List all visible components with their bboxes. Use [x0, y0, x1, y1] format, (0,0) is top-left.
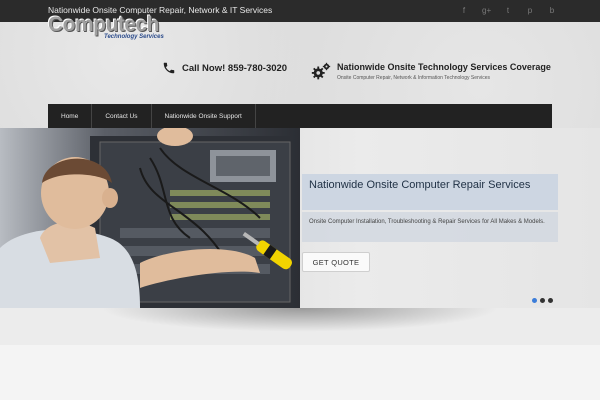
main-nav: Home Contact Us Nationwide Onsite Suppor…: [48, 104, 552, 128]
phone-icon: [163, 62, 175, 74]
slider-shadow: [100, 308, 500, 332]
slider-dot-3[interactable]: [548, 298, 553, 303]
get-quote-button[interactable]: GET QUOTE: [302, 252, 370, 272]
nav-item-home[interactable]: Home: [48, 104, 93, 128]
technician-repair-illustration: [0, 128, 300, 308]
call-now[interactable]: Call Now! 859-780-3020: [162, 61, 287, 75]
twitter-icon[interactable]: t: [504, 4, 512, 18]
content-area: [0, 345, 600, 400]
slide-description-box: Onsite Computer Installation, Troublesho…: [302, 212, 558, 242]
slider-dot-1[interactable]: [532, 298, 537, 303]
slide-description: Onsite Computer Installation, Troublesho…: [309, 219, 545, 225]
nav-item-contact-us[interactable]: Contact Us: [92, 104, 152, 128]
call-now-text: Call Now! 859-780-3020: [182, 62, 288, 74]
site-logo[interactable]: Computech Technology Services: [48, 14, 178, 44]
social-links: f g+ t p b: [460, 4, 556, 18]
google-plus-icon[interactable]: g+: [482, 4, 491, 18]
facebook-icon[interactable]: f: [460, 4, 468, 18]
slider-pagination: [532, 298, 553, 303]
slide-title: Nationwide Onsite Computer Repair Servic…: [309, 179, 531, 191]
logo-name: Computech: [48, 13, 160, 36]
slide-title-box: Nationwide Onsite Computer Repair Servic…: [302, 174, 558, 210]
gears-icon: [311, 62, 331, 80]
blogger-icon[interactable]: b: [548, 4, 556, 18]
pinterest-icon[interactable]: p: [526, 4, 534, 18]
nav-item-nationwide-onsite-support[interactable]: Nationwide Onsite Support: [152, 104, 256, 128]
coverage-subtitle: Onsite Computer Repair, Network & Inform…: [337, 75, 491, 81]
hero-photo: [0, 128, 300, 308]
logo-subtitle: Technology Services: [104, 34, 164, 40]
coverage-title: Nationwide Onsite Technology Services Co…: [337, 62, 551, 72]
slider-dot-2[interactable]: [540, 298, 545, 303]
